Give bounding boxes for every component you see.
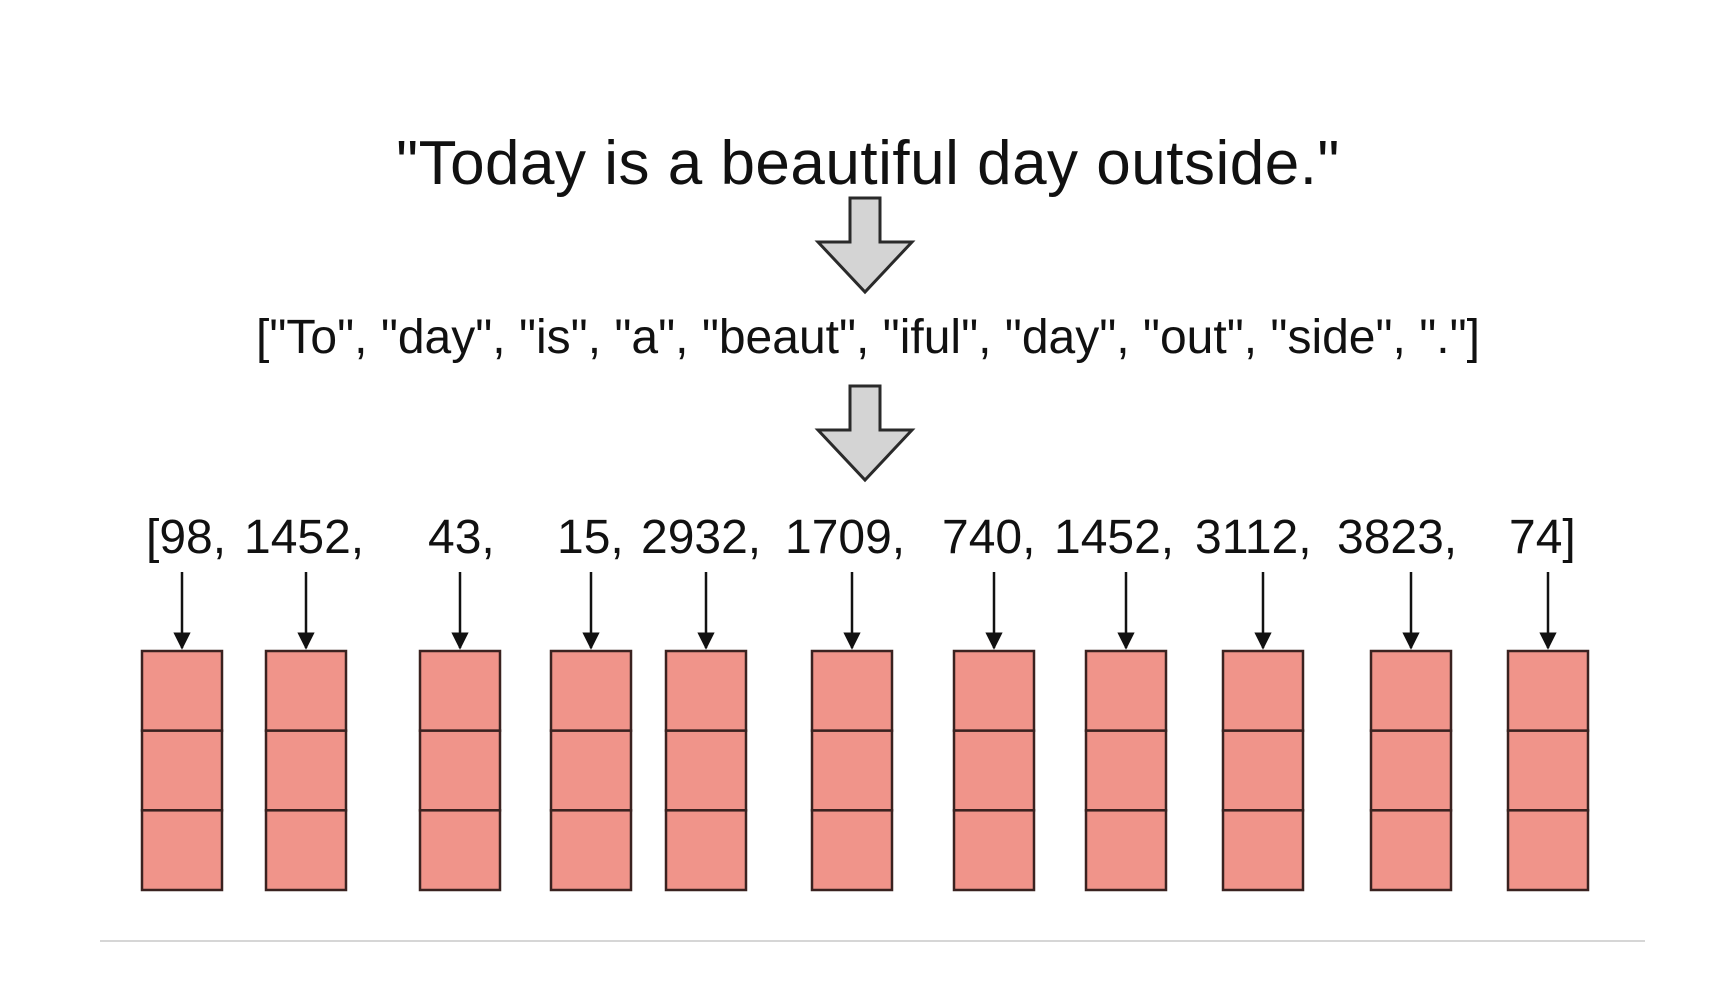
embedding-cell <box>664 809 748 892</box>
embedding-cell <box>549 809 633 892</box>
embedding-cell <box>1221 729 1305 812</box>
embedding-cell <box>664 729 748 812</box>
embedding-vector <box>952 649 1036 892</box>
embedding-cell <box>1369 729 1453 812</box>
embedding-vector <box>264 649 348 892</box>
embedding-cell <box>1221 809 1305 892</box>
embedding-cell <box>1084 809 1168 892</box>
embedding-cell <box>810 729 894 812</box>
embedding-cell <box>952 729 1036 812</box>
token-id: 1709, <box>785 511 906 564</box>
embedding-cell <box>140 809 224 892</box>
token-id: 740, <box>942 511 1036 564</box>
flow-arrow-sentence-to-tokens <box>814 196 916 295</box>
embedding-cell <box>549 729 633 812</box>
embedding-cell <box>418 729 502 812</box>
tokenization-diagram: "Today is a beautiful day outside." ["To… <box>0 0 1736 992</box>
token-id: 74] <box>1509 511 1576 564</box>
token-id: 3823, <box>1337 511 1458 564</box>
down-arrow-icon <box>814 196 916 295</box>
token-id: 1452, <box>1054 511 1175 564</box>
embedding-vector <box>810 649 894 892</box>
token-id: 2932, <box>641 511 762 564</box>
embedding-vector <box>418 649 502 892</box>
embedding-vector <box>140 649 224 892</box>
embedding-cell <box>952 649 1036 732</box>
embedding-cell <box>549 649 633 732</box>
token-id: 43, <box>428 511 495 564</box>
token-list: ["To", "day", "is", "a", "beaut", "iful"… <box>256 311 1480 364</box>
id-to-vector-arrows <box>173 572 1557 650</box>
diagram-graphics <box>140 196 1590 892</box>
embedding-cell <box>1506 809 1590 892</box>
embedding-cell <box>1084 649 1168 732</box>
token-id: 1452, <box>244 511 365 564</box>
embedding-cell <box>810 809 894 892</box>
embedding-vectors <box>140 649 1590 892</box>
embedding-cell <box>1506 729 1590 812</box>
embedding-vector <box>1221 649 1305 892</box>
embedding-vector <box>1369 649 1453 892</box>
embedding-cell <box>1084 729 1168 812</box>
embedding-cell <box>264 809 348 892</box>
embedding-cell <box>1506 649 1590 732</box>
embedding-cell <box>140 649 224 732</box>
embedding-cell <box>1369 649 1453 732</box>
embedding-vector <box>1084 649 1168 892</box>
embedding-cell <box>1369 809 1453 892</box>
flow-arrow-tokens-to-ids <box>814 384 916 483</box>
embedding-cell <box>664 649 748 732</box>
embedding-cell <box>264 649 348 732</box>
embedding-vector <box>664 649 748 892</box>
embedding-cell <box>1221 649 1305 732</box>
embedding-cell <box>952 809 1036 892</box>
embedding-cell <box>140 729 224 812</box>
down-arrow-icon <box>814 384 916 483</box>
token-id: [98, <box>146 511 227 564</box>
embedding-cell <box>810 649 894 732</box>
embedding-vector <box>549 649 633 892</box>
embedding-vector <box>1506 649 1590 892</box>
embedding-cell <box>418 649 502 732</box>
embedding-cell <box>418 809 502 892</box>
bottom-separator <box>100 940 1645 942</box>
token-id: 3112, <box>1195 511 1312 564</box>
embedding-cell <box>264 729 348 812</box>
token-id: 15, <box>557 511 624 564</box>
